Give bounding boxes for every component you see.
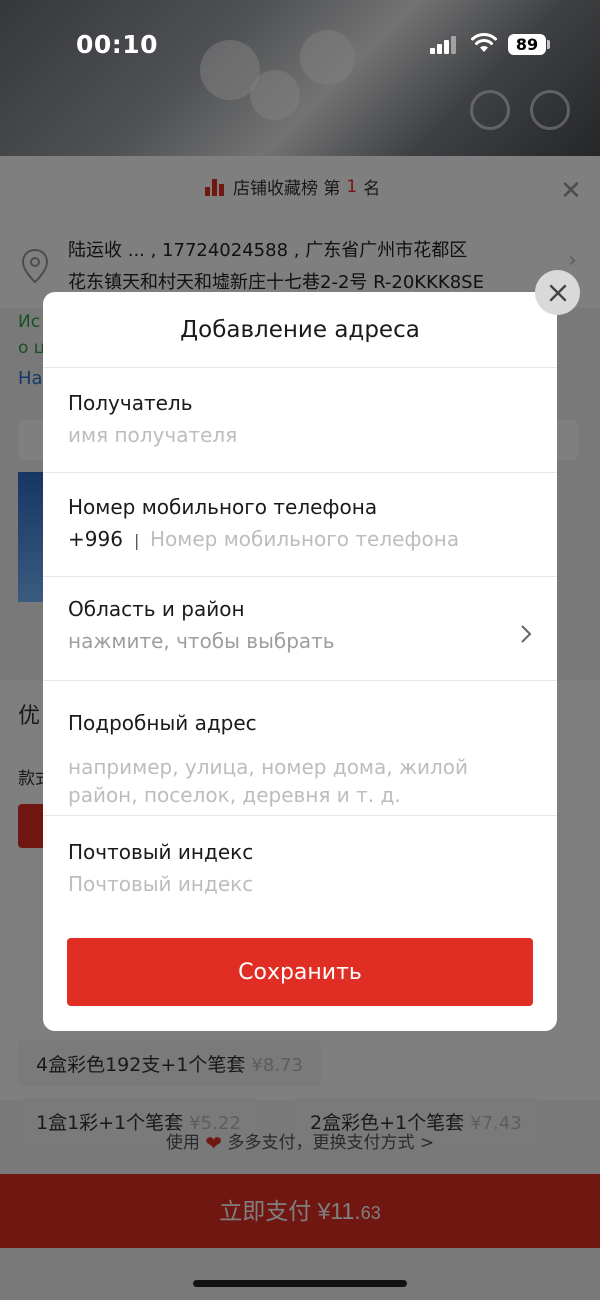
region-field[interactable]: Область и район нажмите, чтобы выбрать	[43, 577, 557, 681]
recipient-label: Получатель	[68, 391, 193, 415]
home-indicator[interactable]	[193, 1280, 407, 1287]
status-bar: 00:10 89	[0, 0, 600, 90]
modal-close-button[interactable]	[535, 270, 580, 315]
wifi-icon	[471, 33, 497, 52]
phone-input[interactable]	[150, 527, 530, 551]
close-icon	[549, 284, 566, 301]
battery-cap	[547, 40, 550, 49]
status-time: 00:10	[76, 30, 159, 59]
detailed-address-input[interactable]	[68, 753, 528, 813]
cellular-signal-icon	[430, 36, 460, 54]
recipient-field: Получатель	[43, 369, 557, 473]
postal-code-label: Почтовый индекс	[68, 840, 254, 864]
add-address-dialog: Добавление адреса Получатель Номер мобил…	[43, 292, 557, 1031]
postal-code-input[interactable]	[68, 872, 528, 896]
region-label: Область и район	[68, 597, 245, 621]
region-placeholder: нажмите, чтобы выбрать	[68, 629, 335, 653]
phone-separator: |	[134, 531, 140, 550]
recipient-input[interactable]	[68, 423, 528, 447]
detailed-address-field: Подробный адрес	[43, 681, 557, 816]
chevron-right-icon	[521, 625, 532, 643]
phone-label: Номер мобильного телефона	[68, 495, 378, 519]
save-button[interactable]: Сохранить	[67, 938, 533, 1006]
phone-field: Номер мобильного телефона +996 |	[43, 473, 557, 577]
battery-indicator: 89	[508, 34, 546, 55]
postal-code-field: Почтовый индекс	[43, 816, 557, 916]
dialog-title: Добавление адреса	[43, 292, 557, 368]
detailed-address-label: Подробный адрес	[68, 711, 257, 735]
country-code[interactable]: +996	[68, 527, 123, 551]
